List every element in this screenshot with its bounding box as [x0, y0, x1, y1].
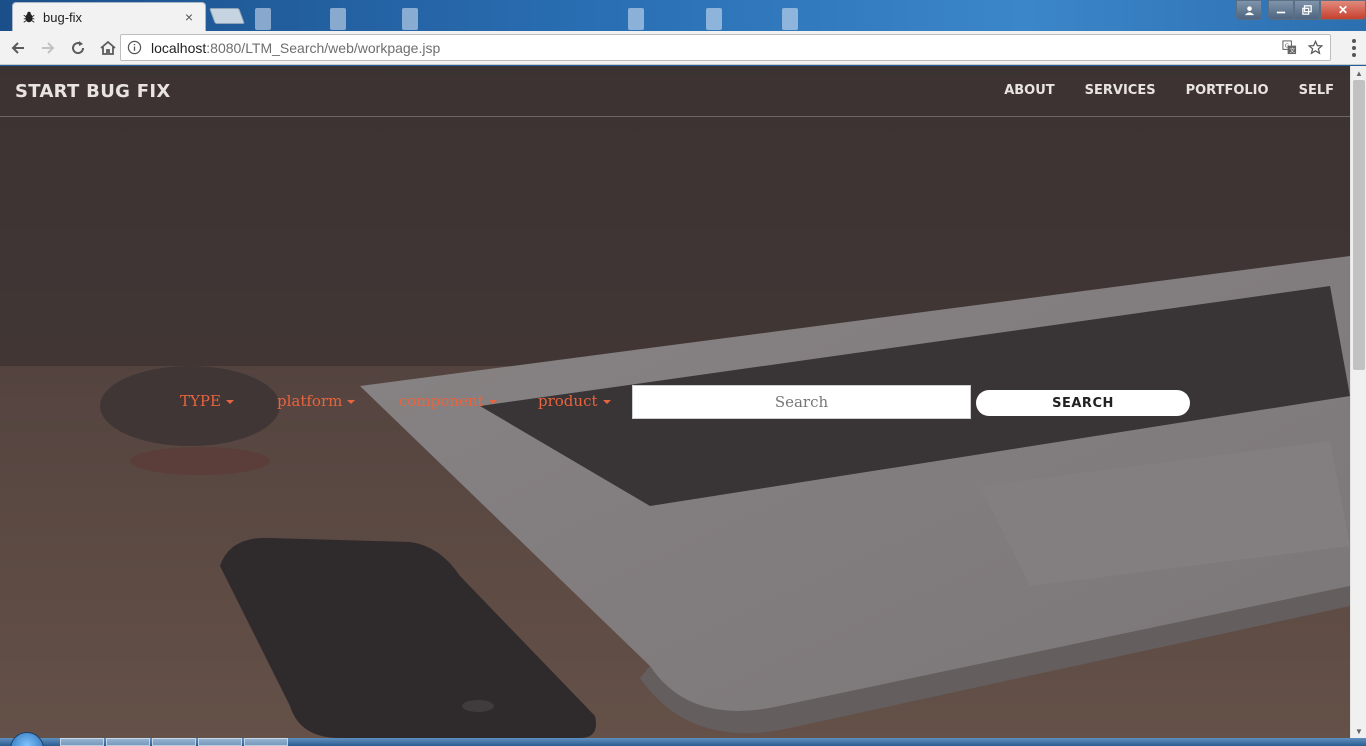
- scroll-down-icon[interactable]: ▼: [1351, 724, 1366, 738]
- desktop-file-icon: [255, 8, 271, 30]
- url-path: :8080/LTM_Search/web/workpage.jsp: [206, 39, 441, 56]
- search-form: TYPE platform component product SEARCH: [0, 385, 1350, 419]
- taskbar-app[interactable]: [60, 738, 104, 746]
- svg-text:文: 文: [1289, 47, 1295, 55]
- component-dropdown[interactable]: component: [399, 392, 497, 410]
- browser-tabstrip: bug-fix × ✕: [0, 0, 1366, 31]
- info-icon[interactable]: [127, 40, 143, 56]
- minimize-icon[interactable]: [1268, 0, 1294, 20]
- site-brand[interactable]: START BUG FIX: [15, 81, 171, 102]
- site-navbar: START BUG FIX ABOUT SERVICES PORTFOLIO S…: [0, 66, 1350, 117]
- platform-dropdown[interactable]: platform: [277, 392, 356, 410]
- taskbar-app[interactable]: [198, 738, 242, 746]
- nav-links: ABOUT SERVICES PORTFOLIO SELF: [974, 83, 1334, 98]
- scroll-thumb[interactable]: [1353, 80, 1365, 370]
- tab-title: bug-fix: [43, 9, 83, 25]
- taskbar-app[interactable]: [244, 738, 288, 746]
- nav-link-services[interactable]: SERVICES: [1085, 83, 1156, 98]
- desktop-file-icon: [330, 8, 346, 30]
- kebab-menu-icon[interactable]: [1348, 39, 1360, 57]
- browser-toolbar: localhost:8080/LTM_Search/web/workpage.j…: [0, 31, 1366, 65]
- dropdown-label: TYPE: [180, 392, 221, 410]
- window-controls: ✕: [1236, 0, 1366, 20]
- search-input[interactable]: [632, 385, 971, 419]
- arrow-left-icon[interactable]: [4, 34, 32, 62]
- caret-down-icon: [225, 400, 234, 404]
- dropdown-label: product: [538, 392, 598, 410]
- nav-link-portfolio[interactable]: PORTFOLIO: [1186, 83, 1269, 98]
- star-icon[interactable]: [1306, 39, 1324, 57]
- dropdown-label: component: [399, 392, 484, 410]
- bug-icon: [21, 9, 37, 25]
- taskbar-app[interactable]: [106, 738, 150, 746]
- caret-down-icon: [488, 400, 497, 404]
- page-viewport: START BUG FIX ABOUT SERVICES PORTFOLIO S…: [0, 66, 1350, 738]
- svg-text:G: G: [1284, 44, 1288, 50]
- address-bar[interactable]: localhost:8080/LTM_Search/web/workpage.j…: [120, 34, 1331, 61]
- url-host: localhost: [151, 39, 207, 56]
- url-text: localhost:8080/LTM_Search/web/workpage.j…: [151, 40, 1272, 56]
- arrow-right-icon[interactable]: [34, 34, 62, 62]
- scroll-up-icon[interactable]: ▲: [1351, 66, 1366, 80]
- reload-icon[interactable]: [64, 34, 92, 62]
- search-button[interactable]: SEARCH: [976, 390, 1190, 416]
- os-taskbar: [0, 732, 1366, 746]
- tab-close-icon[interactable]: ×: [181, 9, 197, 25]
- user-icon[interactable]: [1236, 0, 1262, 20]
- type-dropdown[interactable]: TYPE: [180, 392, 234, 410]
- caret-down-icon: [602, 400, 611, 404]
- nav-link-self[interactable]: SELF: [1299, 83, 1334, 98]
- desktop-file-icon: [782, 8, 798, 30]
- page-scrollbar[interactable]: ▲ ▼: [1350, 66, 1366, 738]
- desktop-file-icon: [706, 8, 722, 30]
- browser-tab[interactable]: bug-fix ×: [12, 2, 206, 31]
- home-icon[interactable]: [94, 34, 122, 62]
- desktop-file-icon: [402, 8, 418, 30]
- window-close-icon[interactable]: ✕: [1320, 0, 1366, 20]
- desktop-file-icon: [628, 8, 644, 30]
- product-dropdown[interactable]: product: [538, 392, 611, 410]
- new-tab-button[interactable]: [209, 8, 245, 24]
- translate-icon[interactable]: G文: [1280, 39, 1298, 57]
- nav-link-about[interactable]: ABOUT: [1004, 83, 1054, 98]
- taskbar-app[interactable]: [152, 738, 196, 746]
- dropdown-label: platform: [277, 392, 343, 410]
- caret-down-icon: [347, 400, 356, 404]
- restore-icon[interactable]: [1294, 0, 1320, 20]
